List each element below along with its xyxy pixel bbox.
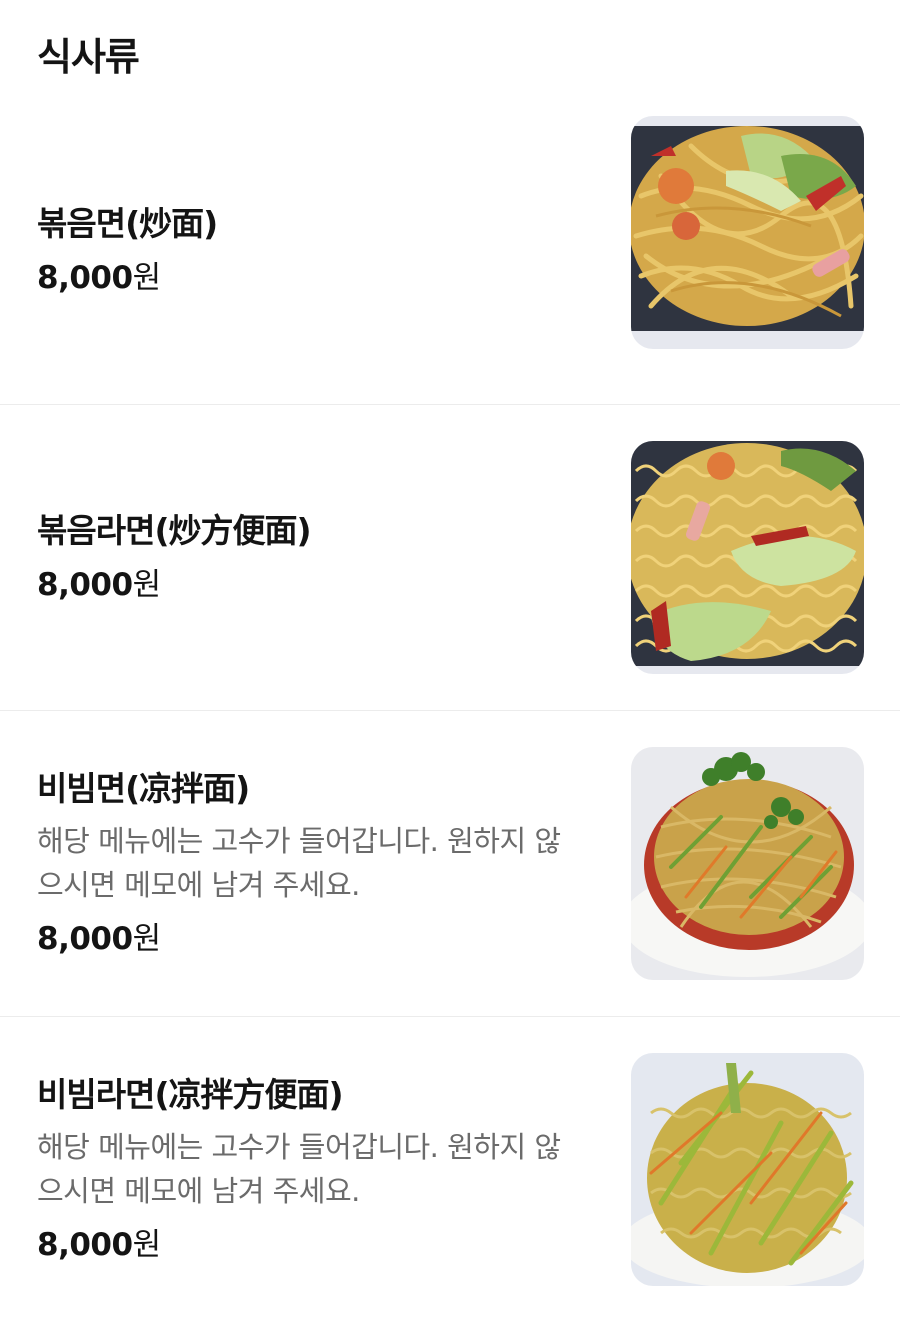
- menu-item-description: 해당 메뉴에는 고수가 들어갑니다. 원하지 않으시면 메모에 남겨 주세요.: [37, 1129, 561, 1208]
- menu-item-cold-mixed-noodles[interactable]: 비빔면(凉拌面) 해당 메뉴에는 고수가 들어갑니다. 원하지 않으시면 메모에…: [0, 710, 900, 1016]
- menu-item-name: 비빔면(凉拌面): [37, 768, 250, 808]
- price-value: 8,000: [37, 1226, 133, 1263]
- price-currency: 원: [132, 920, 162, 957]
- cold-mixed-ramen-photo: [631, 1053, 864, 1286]
- menu-item-name: 볶음면(炒面): [37, 204, 218, 243]
- menu-item-text: 비빔라면(凉拌方便面) 해당 메뉴에는 고수가 들어갑니다. 원하지 않으시면 …: [37, 1017, 577, 1322]
- price-value: 8,000: [37, 260, 133, 296]
- menu-item-price: 8,000원: [37, 563, 577, 607]
- fried-ramen-photo: [631, 441, 864, 674]
- price-currency: 원: [132, 1226, 162, 1263]
- menu-item-price: 8,000원: [37, 917, 577, 961]
- price-value: 8,000: [37, 566, 133, 603]
- fried-noodles-photo: [631, 116, 864, 349]
- section-title: 식사류: [37, 35, 140, 79]
- menu-item-cold-mixed-ramen[interactable]: 비빔라면(凉拌方便面) 해당 메뉴에는 고수가 들어갑니다. 원하지 않으시면 …: [0, 1016, 900, 1322]
- menu-item-price: 8,000원: [37, 256, 577, 300]
- menu-item-text: 볶음면(炒面) 8,000원: [37, 98, 577, 404]
- price-currency: 원: [132, 260, 162, 296]
- menu-item-price: 8,000원: [37, 1223, 577, 1267]
- menu-item-text: 비빔면(凉拌面) 해당 메뉴에는 고수가 들어갑니다. 원하지 않으시면 메모에…: [37, 711, 577, 1016]
- menu-item-name: 비빔라면(凉拌方便面): [37, 1074, 344, 1114]
- price-value: 8,000: [37, 920, 133, 957]
- cold-mixed-noodles-photo: [631, 747, 864, 980]
- menu-list: 볶음면(炒面) 8,000원 볶음라면(炒方便面) 8,000원 비빔면(凉拌面…: [0, 98, 900, 1322]
- price-currency: 원: [132, 566, 162, 603]
- menu-item-description: 해당 메뉴에는 고수가 들어갑니다. 원하지 않으시면 메모에 남겨 주세요.: [37, 823, 561, 902]
- menu-item-name: 볶음라면(炒方便面): [37, 510, 312, 550]
- menu-item-text: 볶음라면(炒方便面) 8,000원: [37, 405, 577, 710]
- menu-item-fried-ramen[interactable]: 볶음라면(炒方便面) 8,000원: [0, 404, 900, 710]
- menu-item-fried-noodles[interactable]: 볶음면(炒面) 8,000원: [0, 98, 900, 404]
